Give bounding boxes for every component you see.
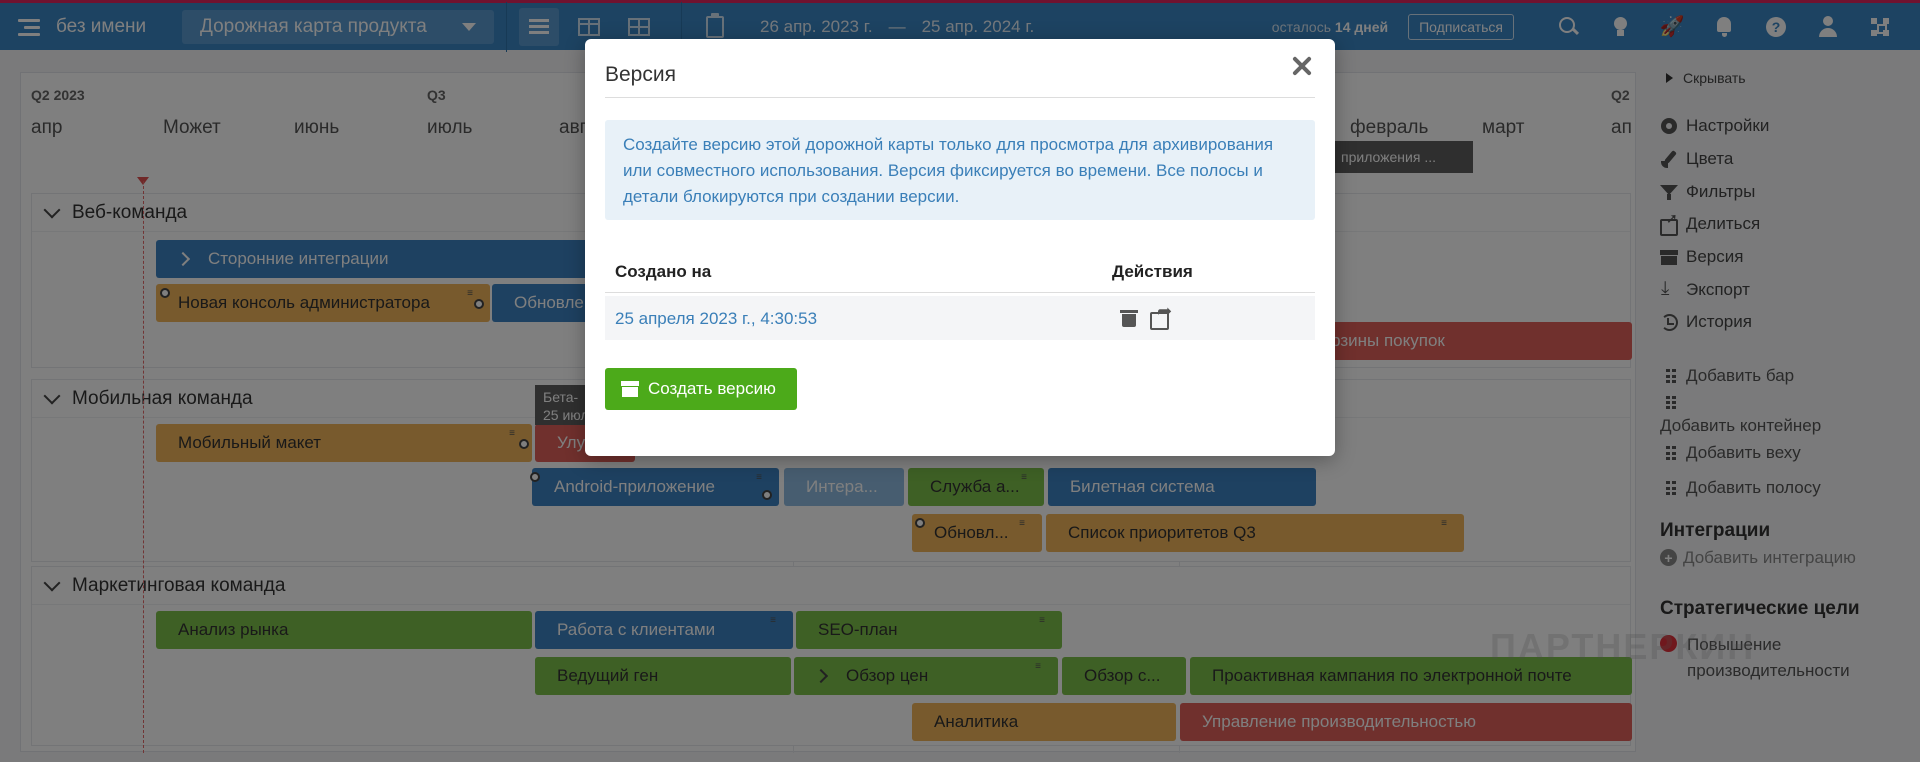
create-version-label: Создать версию [648, 379, 776, 398]
column-header-created: Создано на [615, 262, 712, 281]
share-icon[interactable] [1150, 301, 1172, 330]
version-link[interactable]: 25 апреля 2023 г., 4:30:53 [615, 309, 817, 329]
version-dialog: Версия Создайте версию этой дорожной кар… [585, 39, 1335, 456]
trash-icon[interactable] [1120, 308, 1138, 328]
divider [605, 97, 1315, 98]
archive-icon [621, 380, 639, 398]
dialog-title: Версия [605, 63, 676, 86]
column-header-actions: Действия [1112, 262, 1193, 281]
info-message: Создайте версию этой дорожной карты толь… [605, 120, 1315, 220]
create-version-button[interactable]: Создать версию [605, 368, 797, 410]
table-row: 25 апреля 2023 г., 4:30:53 [605, 296, 1315, 340]
close-icon[interactable] [1287, 51, 1317, 81]
versions-table-header: Создано на Действия [605, 257, 1315, 293]
